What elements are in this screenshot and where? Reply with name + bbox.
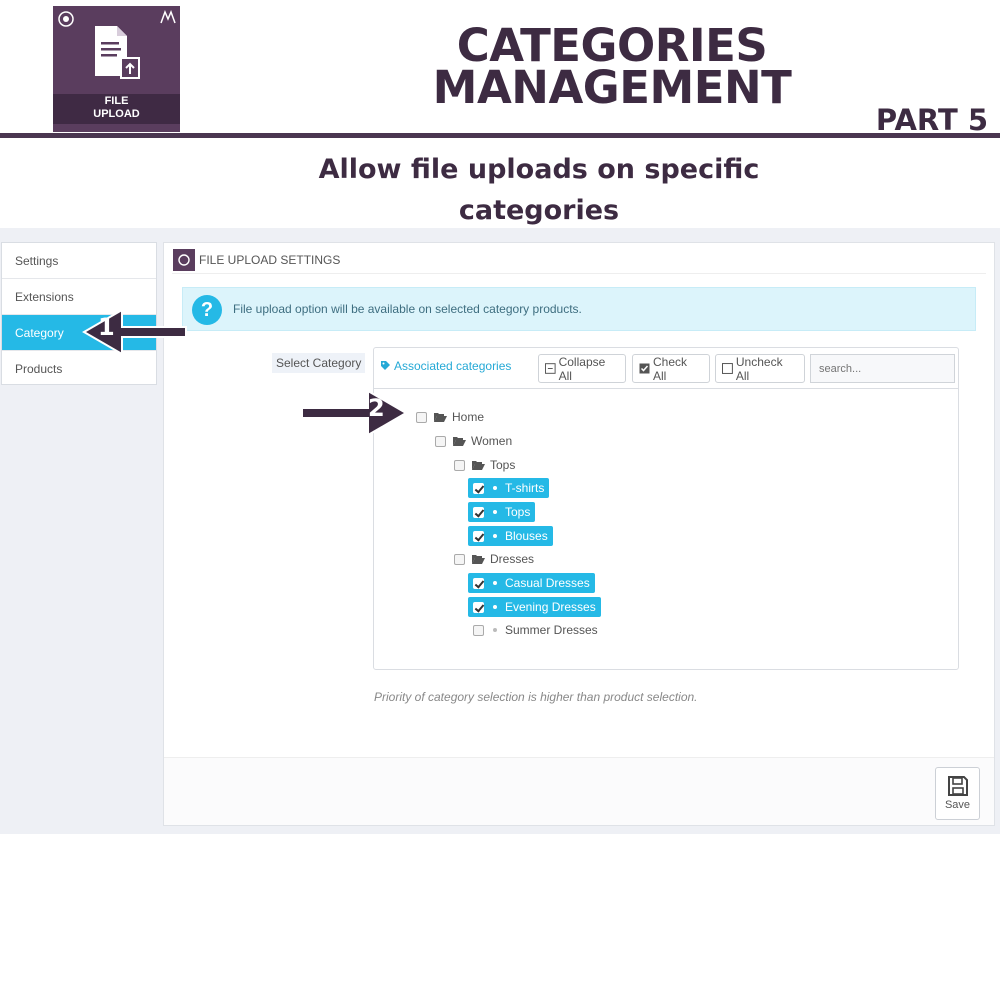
tree-node-label: Tops [490,458,516,472]
step-1-number: 1 [98,313,115,341]
tree-node-summer-dresses[interactable]: Summer Dresses [473,621,598,639]
brand-mark-icon [160,10,176,24]
checkbox[interactable] [454,553,465,565]
part-label: PART 5 [875,103,988,137]
page-subtitle: Allow file uploads on specific categorie… [300,149,778,231]
tree-node-tshirts[interactable]: T-shirts [468,478,550,498]
folder-open-icon [453,437,466,446]
checkbox[interactable] [473,624,484,636]
checkbox-checked[interactable] [473,530,484,542]
panel-header: FILE UPLOAD SETTINGS [173,247,340,273]
checkbox-checked[interactable] [473,482,484,494]
tree-node-dresses[interactable]: Dresses [454,550,534,568]
tree-node-evening-dresses[interactable]: Evening Dresses [468,597,601,617]
collapse-all-button[interactable]: Collapse All [538,354,626,383]
save-label: Save [944,799,971,811]
save-button[interactable]: Save [935,767,980,820]
floppy-disk-icon [947,776,968,796]
uncheck-all-label: Uncheck All [735,354,783,383]
tree-node-label: Tops [505,505,531,519]
title-line-2: MANAGEMENT [432,61,792,114]
document-upload-icon [95,26,140,79]
checkbox-checked[interactable] [473,601,484,613]
subtitle-line-2: categories [458,195,620,226]
bullet-icon [493,628,497,632]
logo-label: FILE UPLOAD [93,95,140,120]
bullet-icon [493,486,497,490]
checkbox-checked[interactable] [473,506,484,518]
collapse-all-label: Collapse All [558,354,606,383]
step-2-number: 2 [368,394,385,422]
page-title: CATEGORIES MANAGEMENT [400,23,824,114]
panel-title: FILE UPLOAD SETTINGS [199,253,341,267]
tree-node-women[interactable]: Women [435,432,512,450]
associated-categories-text: Associated categories [394,359,512,373]
header-divider [0,133,1000,138]
checked-box-icon [639,363,650,374]
info-alert: ? File upload option will be available o… [182,287,976,331]
category-tree: Associated categories Collapse All Check… [373,347,959,670]
folder-open-icon [434,413,447,422]
tag-icon [381,361,390,370]
tree-node-label: Home [452,410,485,424]
check-all-label: Check All [653,354,688,383]
empty-box-icon [722,363,733,374]
panel-footer [164,758,994,825]
bullet-icon [493,534,497,538]
module-icon [173,249,195,271]
tree-node-casual-dresses[interactable]: Casual Dresses [468,573,595,593]
checkbox[interactable] [454,459,465,471]
tree-node-home[interactable]: Home [416,408,484,426]
tree-node-label: Women [471,434,513,448]
folder-open-icon [472,461,485,470]
priority-note: Priority of category selection is higher… [374,690,698,704]
module-badge-icon [58,11,74,27]
collapse-icon [545,363,556,374]
bullet-icon [493,510,497,514]
folder-open-icon [472,555,485,564]
select-category-label: Select Category [272,353,366,373]
check-all-button[interactable]: Check All [632,354,710,383]
tree-node-label: Summer Dresses [505,623,598,637]
checkbox[interactable] [435,435,446,447]
tree-node-label: Blouses [505,529,548,543]
bullet-icon [493,605,497,609]
tree-node-blouses[interactable]: Blouses [468,526,553,546]
step-2-arrow-icon [301,389,408,437]
checkbox-checked[interactable] [473,577,484,589]
checkbox[interactable] [416,411,427,423]
associated-categories-label: Associated categories [380,359,511,373]
sidebar-item-settings[interactable]: Settings [2,243,156,279]
tree-node-tops[interactable]: Tops [468,502,536,522]
file-upload-logo: FILE UPLOAD [53,6,180,132]
bullet-icon [493,581,497,585]
tree-node-label: Casual Dresses [505,576,590,590]
subtitle-line-1: Allow file uploads on specific [318,154,760,185]
category-search-input[interactable] [810,354,955,383]
tree-node-tops-folder[interactable]: Tops [454,456,515,474]
tree-node-label: Evening Dresses [505,600,596,614]
question-icon: ? [192,295,222,325]
tree-node-label: T-shirts [505,481,545,495]
info-text: File upload option will be available on … [233,302,582,316]
tree-node-label: Dresses [490,552,535,566]
uncheck-all-button[interactable]: Uncheck All [715,354,805,383]
